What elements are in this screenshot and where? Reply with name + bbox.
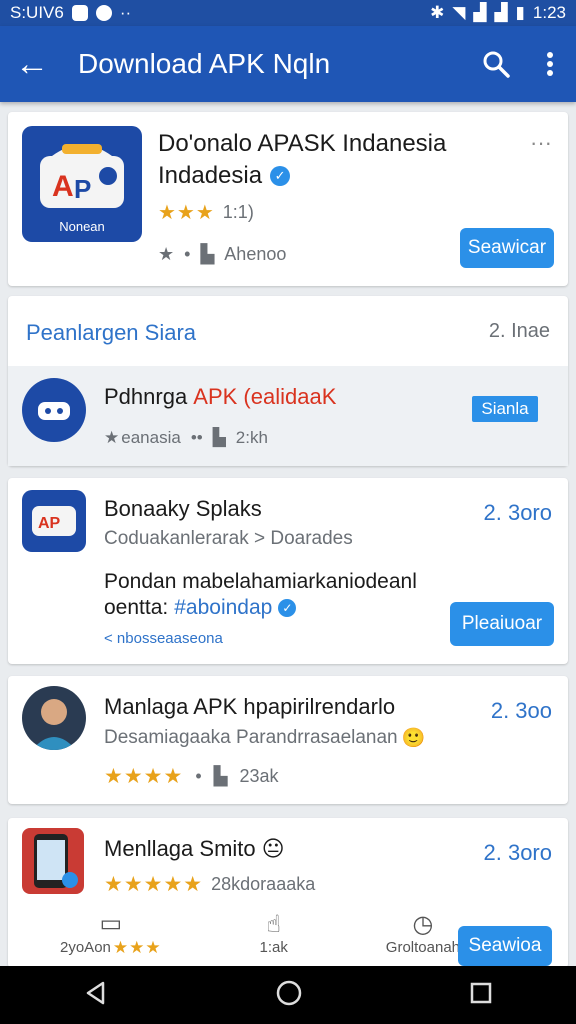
app-card[interactable]: AP Bonaaky Splaks Coduakanlerarak > Doar…: [8, 478, 568, 664]
page-title: Download APK Nqln: [78, 48, 331, 79]
status-bar: S:UIV6 ·· ✱ ◥ ▟ ▟ ▮ 1:23: [0, 0, 576, 26]
signal-icon-2: ▟: [494, 3, 508, 22]
featured-action-button[interactable]: Seawicar: [460, 228, 554, 268]
app-thumbnail: [22, 828, 84, 894]
app-subtitle: Coduakanlerarak > Doarades: [104, 528, 353, 549]
tab-home-label: 2yoAon: [60, 939, 111, 956]
separator-dot: •: [195, 766, 202, 786]
app-link[interactable]: < nbosseaaseona: [104, 630, 223, 647]
section-item-title-highlight: APK (ealidaaK: [193, 384, 337, 409]
app-price: 2. 3oo: [490, 698, 552, 723]
star-outline-icon: ★: [158, 244, 175, 264]
tab-updates-label: Groltoanah: [385, 939, 460, 956]
app-card[interactable]: Manlaga APK hpapirilrendarlo Desamiagaak…: [8, 676, 568, 804]
tab-likes[interactable]: ☝ 1:ak: [260, 910, 288, 956]
app-price: 2. 3oro: [483, 500, 553, 525]
section-item-button[interactable]: Sianla: [472, 396, 538, 422]
notification-icon-2: [95, 5, 112, 21]
featured-meta: Ahenoo: [224, 244, 287, 264]
app-price: 2. 3oro: [483, 840, 553, 865]
thumb-icon: ▙: [200, 244, 215, 264]
app-bar: ← Download APK Nqln: [0, 26, 576, 102]
rating-stars: ★★★: [112, 937, 162, 957]
user-avatar: [22, 686, 86, 750]
svg-text:P: P: [74, 174, 91, 204]
more-vert-icon[interactable]: [524, 26, 576, 102]
app-logo: AP: [22, 490, 86, 552]
chat-icon: ▭: [99, 909, 123, 937]
rating-stars: ★★★★: [104, 765, 184, 788]
emoji-icon: 😐: [261, 836, 285, 861]
tab-likes-label: 1:ak: [259, 939, 288, 956]
status-time-right: 1:23: [532, 3, 566, 22]
star-icon: ★: [104, 428, 120, 447]
section-item-meta-right: 2:kh: [235, 428, 268, 447]
app-title: Menllaga Smito: [104, 836, 256, 861]
bottom-action-button[interactable]: Seawioa: [458, 926, 552, 966]
emoji-icon: 🙂: [401, 728, 426, 749]
separator-dot: •: [184, 244, 191, 264]
svg-text:A: A: [52, 170, 74, 203]
overflow-icon[interactable]: ···: [530, 130, 552, 156]
app-meta: 23ak: [239, 766, 279, 786]
section-card: Peanlargen Siara 2. Inae Pdhnrgа APK (ea…: [8, 296, 568, 466]
bluetooth-icon: ✱: [430, 3, 445, 22]
battery-icon: ▮: [515, 3, 525, 22]
section-item-icon: [22, 378, 86, 442]
verified-icon: ✓: [278, 599, 297, 617]
nav-recents-icon[interactable]: [469, 981, 493, 1010]
section-item-meta-left: eanasia: [121, 428, 181, 447]
app-logo-text: Nonean: [59, 219, 105, 234]
bottom-tab-bar: ▭ 2yoAon ★★★ ☝ 1:ak ◷ Groltoanah: [60, 898, 460, 968]
app-logo: A P Nonean: [22, 126, 142, 242]
system-nav-bar: [0, 966, 576, 1024]
tab-home[interactable]: ▭ 2yoAon ★★★: [60, 909, 162, 958]
featured-subtitle: Indadesia: [158, 162, 263, 189]
clock-icon: ◷: [412, 911, 434, 938]
app-subtitle: Desamiagaaka Parandrrasaelanan: [104, 727, 398, 748]
separator-dots: ••: [190, 428, 203, 447]
signal-icon: ▟: [473, 3, 487, 22]
notification-icon: [71, 5, 88, 21]
thumb-icon: ▙: [212, 428, 226, 447]
section-count[interactable]: 2. Inae: [489, 320, 550, 343]
nav-home-icon[interactable]: [275, 979, 303, 1012]
thumb-up-icon: ☝: [266, 911, 281, 938]
nav-back-icon[interactable]: [83, 980, 109, 1011]
rating-stars: ★★★: [158, 202, 215, 224]
rating-stars: ★★★★★: [104, 873, 204, 896]
status-time-left: S:UIV6: [10, 3, 64, 22]
section-header: Peanlargen Siara: [26, 320, 197, 345]
thumb-icon: ▙: [213, 766, 228, 786]
app-desc-line1: Pondan mabelahamiarkaniodeanl: [104, 570, 417, 593]
verified-icon: ✓: [270, 166, 291, 186]
app-meta: 28kdoraaaka: [211, 874, 316, 894]
app-desc-line2: oentta:: [104, 596, 169, 619]
more-notifications-icon: ··: [119, 3, 132, 22]
app-tag[interactable]: #aboindap: [174, 596, 272, 620]
featured-title: Do'onalo APASK Indanesia: [158, 130, 447, 157]
back-arrow-icon[interactable]: ←: [0, 26, 64, 102]
app-action-button[interactable]: Pleaiuoar: [450, 602, 554, 646]
rating-count: 1:1): [222, 202, 254, 222]
featured-app-card[interactable]: A P Nonean Do'onalo APASK Indanesia Inda…: [8, 112, 568, 286]
app-title: Manlaga APK hpapirilrendarlo: [104, 694, 396, 719]
svg-text:AP: AP: [38, 515, 61, 532]
search-icon[interactable]: [468, 26, 524, 102]
app-title: Bonaaky Splaks: [104, 496, 262, 521]
section-item-title: Pdhnrgа: [104, 384, 194, 409]
section-item[interactable]: Pdhnrgа APK (ealidaaK ★ eanasia •• ▙ 2:k…: [8, 366, 568, 466]
tab-updates[interactable]: ◷ Groltoanah: [386, 910, 460, 956]
wifi-icon: ◥: [452, 3, 466, 22]
